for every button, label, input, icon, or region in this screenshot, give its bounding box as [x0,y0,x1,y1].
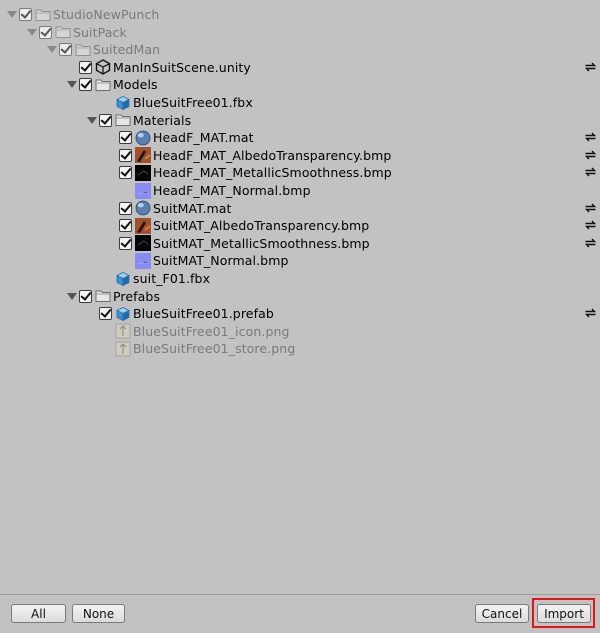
tree-item-label: HeadF_MAT_MetallicSmoothness.bmp [153,165,392,181]
tree-item-label: ManInSuitScene.unity [113,59,251,75]
include-checkbox[interactable] [99,113,112,127]
tree-item-label: SuitMAT_AlbedoTransparency.bmp [153,218,370,234]
tree-item-label: BlueSuitFree01_store.png [133,341,296,357]
folder-icon [55,24,71,40]
tree-item-label: HeadF_MAT_AlbedoTransparency.bmp [153,147,392,163]
tree-row[interactable]: BlueSuitFree01.fbx [0,94,600,111]
include-checkbox[interactable] [79,78,92,92]
tree-row[interactable]: BlueSuitFree01_store.png [0,340,600,357]
folder-icon [35,7,51,23]
tree-row[interactable]: HeadF_MAT_AlbedoTransparency.bmp [0,147,600,164]
tree-row[interactable]: BlueSuitFree01.prefab [0,305,600,322]
tree-row[interactable]: SuitMAT_MetallicSmoothness.bmp [0,235,600,252]
tree-row[interactable]: HeadF_MAT_Normal.bmp [0,182,600,199]
tree-row[interactable]: SuitMAT.mat [0,200,600,217]
tree-row[interactable]: HeadF_MAT_MetallicSmoothness.bmp [0,164,600,181]
reimport-icon [583,165,597,179]
tree-row[interactable]: SuitMAT_Normal.bmp [0,252,600,269]
include-checkbox[interactable] [19,8,32,21]
include-checkbox[interactable] [119,201,132,215]
foldout-arrow-icon[interactable] [85,117,99,124]
tree-row[interactable]: suit_F01.fbx [0,270,600,287]
reimport-icon [583,130,597,144]
unity-scene-icon [95,59,111,76]
tree-row[interactable]: SuitedMan [0,41,600,58]
tree-item-label: Materials [133,112,192,128]
foldout-arrow-icon[interactable] [65,293,79,300]
tree-row[interactable]: Models [0,76,600,93]
all-button[interactable]: All [11,604,66,623]
reimport-icon [583,60,597,74]
tree-item-label: SuitMAT_Normal.bmp [153,253,289,269]
reimport-icon [583,218,597,232]
tree-row[interactable]: StudioNewPunch [0,6,600,23]
model-icon [115,271,131,287]
include-checkbox[interactable] [119,131,132,145]
include-checkbox[interactable] [39,25,52,39]
foldout-arrow-icon[interactable] [65,81,79,88]
tree-item-label: suit_F01.fbx [133,271,211,286]
import-button-highlight [532,598,595,628]
tree-item-label: SuitedMan [93,42,161,58]
include-checkbox[interactable] [119,236,132,250]
include-checkbox[interactable] [119,148,132,162]
tree-row[interactable]: BlueSuitFree01_icon.png [0,323,600,340]
tree-item-label: BlueSuitFree01.fbx [133,95,253,110]
tree-row[interactable]: ManInSuitScene.unity [0,59,600,76]
albedo-texture-icon [135,147,151,164]
normal-texture-icon [135,252,151,269]
tree-row[interactable]: Prefabs [0,288,600,305]
metallic-texture-icon [135,164,151,181]
tree-item-label: BlueSuitFree01.prefab [133,306,274,322]
include-checkbox[interactable] [59,43,72,57]
bottom-button-bar: All None Cancel Import [0,594,600,633]
cancel-button[interactable]: Cancel [475,604,529,623]
tree-row[interactable]: HeadF_MAT.mat [0,129,600,146]
tree-item-label: SuitMAT_MetallicSmoothness.bmp [153,235,370,251]
tree-item-label: SuitPack [73,24,127,40]
include-checkbox[interactable] [79,60,92,74]
tree-item-label: StudioNewPunch [53,7,160,22]
foldout-arrow-icon[interactable] [25,29,39,36]
include-checkbox[interactable] [119,219,132,233]
model-icon [115,95,131,111]
image-icon [115,323,131,339]
tree-row[interactable]: SuitPack [0,24,600,41]
foldout-arrow-icon[interactable] [5,11,19,18]
tree-row[interactable]: SuitMAT_AlbedoTransparency.bmp [0,217,600,234]
reimport-icon [583,201,597,215]
include-checkbox[interactable] [99,307,112,321]
reimport-icon [583,236,597,250]
tree-item-label: Prefabs [113,288,161,304]
none-button[interactable]: None [72,604,125,623]
tree-row[interactable]: Materials [0,112,600,129]
reimport-icon [583,306,597,320]
material-sphere-icon [135,200,151,216]
include-checkbox[interactable] [119,166,132,180]
prefab-icon [115,306,131,322]
material-sphere-icon [135,130,151,146]
reimport-icon [583,148,597,162]
foldout-arrow-icon[interactable] [45,46,59,53]
normal-texture-icon [135,182,151,199]
metallic-texture-icon [135,235,151,252]
folder-icon [95,77,111,93]
folder-icon [75,42,91,58]
tree-item-label: SuitMAT.mat [153,200,232,216]
folder-icon [115,112,131,128]
import-package-tree: StudioNewPunch SuitPack SuitedMan ManInS… [0,0,600,594]
folder-icon [95,288,111,304]
albedo-texture-icon [135,217,151,234]
tree-item-label: HeadF_MAT_Normal.bmp [153,183,311,198]
tree-item-label: BlueSuitFree01_icon.png [133,323,290,339]
image-icon [115,341,131,357]
include-checkbox[interactable] [79,289,92,303]
tree-item-label: Models [113,77,158,93]
tree-item-label: HeadF_MAT.mat [153,130,254,146]
